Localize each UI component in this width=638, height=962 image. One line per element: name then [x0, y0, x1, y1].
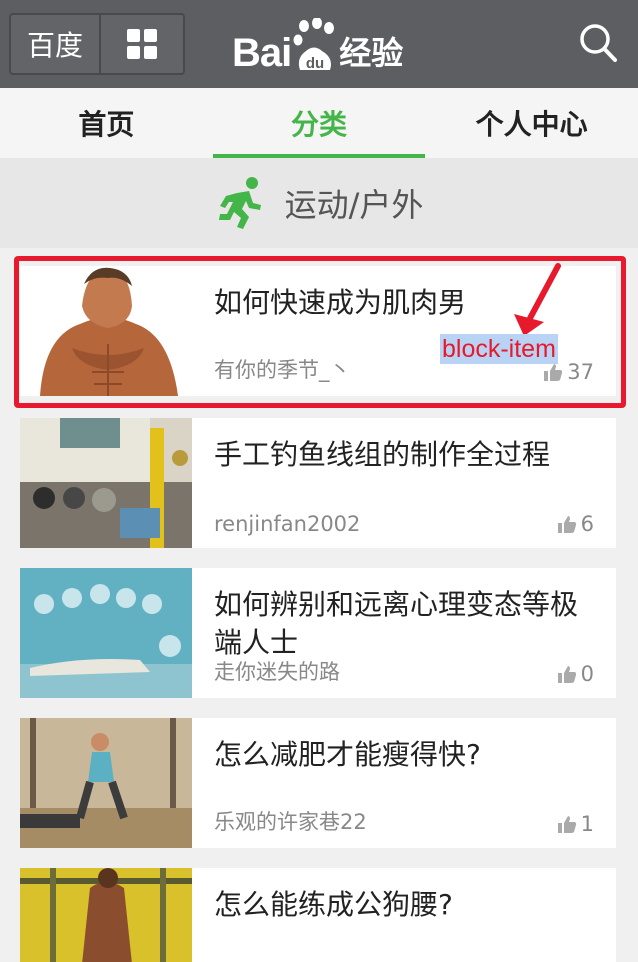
item-thumbnail — [20, 266, 192, 396]
item-title[interactable]: 怎么能练成公狗腰? — [214, 886, 602, 924]
item-likes: 6 — [557, 512, 594, 536]
tab-category[interactable]: 分类 — [212, 88, 426, 158]
item-likes: 0 — [557, 662, 594, 686]
list-item[interactable]: 怎么能练成公狗腰? — [20, 868, 616, 962]
category-header: 运动/户外 — [0, 158, 638, 248]
item-title[interactable]: 怎么减肥才能瘦得快? — [214, 736, 602, 774]
baidu-jingyan-logo[interactable]: Bai du 经验 — [232, 14, 412, 76]
item-likes: 1 — [557, 812, 594, 836]
list-item[interactable]: 怎么减肥才能瘦得快? 乐观的许家巷22 1 — [20, 718, 616, 848]
thumb-up-icon — [557, 516, 576, 533]
search-button[interactable] — [578, 22, 618, 64]
item-thumbnail — [20, 418, 192, 548]
likes-count: 37 — [567, 360, 594, 384]
header-nav-group: 百度 — [9, 13, 185, 75]
search-icon — [580, 24, 617, 62]
annotation-arrow-icon — [514, 263, 561, 336]
item-thumbnail — [20, 568, 192, 698]
main-tabs: 首页 分类 个人中心 — [0, 88, 638, 158]
tab-personal-center[interactable]: 个人中心 — [425, 88, 638, 158]
category-title: 运动/户外 — [284, 186, 424, 224]
likes-count: 1 — [580, 812, 594, 836]
item-author[interactable]: 有你的季节_丶 — [214, 354, 351, 384]
running-person-icon — [218, 177, 261, 229]
item-title[interactable]: 如何辨别和远离心理变态等极端人士 — [214, 586, 602, 662]
list-item[interactable]: 手工钓鱼线组的制作全过程 renjinfan2002 6 — [20, 418, 616, 548]
item-author[interactable]: renjinfan2002 — [214, 512, 360, 536]
logo-bai-text: Bai — [232, 31, 292, 75]
item-thumbnail — [20, 868, 192, 962]
item-author[interactable]: 走你迷失的路 — [214, 656, 340, 686]
grid-menu-button[interactable] — [101, 15, 183, 73]
item-thumbnail — [20, 718, 192, 848]
annotation-label: block-item — [440, 334, 558, 364]
logo-du-text: du — [306, 55, 324, 72]
top-header: 百度 Bai du 经验 — [0, 0, 638, 88]
thumb-up-icon — [557, 816, 576, 833]
thumb-up-icon — [544, 364, 563, 381]
likes-count: 0 — [580, 662, 594, 686]
item-author[interactable]: 乐观的许家巷22 — [214, 806, 367, 836]
grid-icon — [127, 29, 157, 59]
item-title[interactable]: 手工钓鱼线组的制作全过程 — [214, 436, 602, 474]
baidu-paw-logo: du — [292, 17, 338, 76]
baidu-home-button[interactable]: 百度 — [11, 15, 101, 73]
tab-home[interactable]: 首页 — [0, 88, 213, 158]
thumb-up-icon — [557, 666, 576, 683]
logo-jingyan-text: 经验 — [339, 34, 404, 72]
likes-count: 6 — [580, 512, 594, 536]
list-item[interactable]: 如何辨别和远离心理变态等极端人士 走你迷失的路 0 — [20, 568, 616, 698]
